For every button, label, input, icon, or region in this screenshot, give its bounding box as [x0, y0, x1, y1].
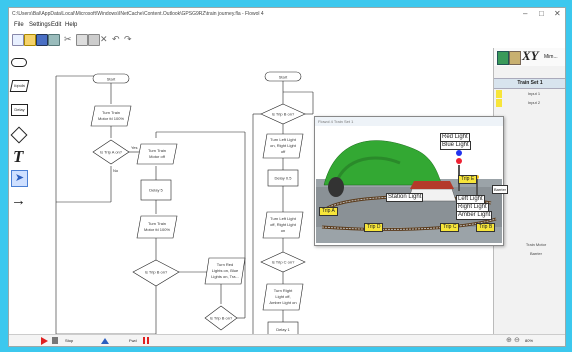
flow-left-node-5-line1: Turn Train: [148, 221, 166, 226]
close-button[interactable]: ✕: [554, 9, 561, 18]
zoom-in-icon[interactable]: ⊕: [506, 336, 512, 344]
menu-file[interactable]: File: [14, 22, 24, 28]
delay-shape-label: Delay: [14, 107, 25, 112]
input-2-label: Input 2: [527, 100, 541, 105]
app-window: C:\Users\Bal\AppData\Local\Microsoft\Win…: [8, 7, 566, 347]
toolbar: ✂ ✕ ↶ ↷: [9, 32, 489, 48]
flow-right-node-2-line2: on, Right Light: [270, 143, 297, 148]
flow-left-node-1-line2: Motor fd 100%: [98, 116, 124, 121]
flow-left-delay-label: Delay 5: [149, 188, 163, 193]
train-set-title: Train Set 1: [517, 80, 543, 86]
menu-bar: File Settings Edit Help: [9, 21, 565, 31]
trip-b-label: Trip B: [476, 223, 496, 232]
train-layout-graphic: [316, 140, 502, 243]
flow-right-delay-2-label: Delay 1: [276, 327, 290, 332]
train-set-header: Train Set 1: [494, 78, 565, 89]
start-end-shape-icon[interactable]: [11, 58, 27, 67]
output-barrier: Barrier: [529, 251, 542, 256]
flow-right-start-label: Start: [279, 75, 288, 80]
amber-light-label: Amber Light: [456, 211, 493, 220]
barrier-label: Barrier: [492, 185, 509, 194]
flow-right-delay-1-label: Delay 0.5: [275, 176, 293, 181]
flow-right-decision-1-label: Is Trip B on?: [272, 112, 295, 117]
input-shape-label: Inputs: [13, 83, 26, 88]
green-mimic-icon[interactable]: [497, 51, 509, 65]
decision-shape-icon[interactable]: [10, 126, 28, 144]
input-1-label: Input 1: [527, 91, 541, 96]
station-light-label: Station Light: [386, 193, 424, 202]
flow-left-node-3-line2: Motor off: [149, 154, 166, 159]
step-icon[interactable]: [101, 338, 109, 344]
trip-a-label: Trip A: [319, 207, 338, 216]
flow-no-label: No: [113, 168, 119, 173]
menu-help[interactable]: Help: [65, 22, 77, 28]
screenshot-frame: C:\Users\Bal\AppData\Local\Microsoft\Win…: [3, 3, 569, 349]
window-title: C:\Users\Bal\AppData\Local\Microsoft\Win…: [12, 11, 264, 17]
save-icon[interactable]: [36, 34, 48, 46]
minimize-button[interactable]: –: [523, 9, 527, 18]
delay-shape-icon[interactable]: Delay: [11, 104, 28, 116]
flow-left-node-5-line2: Motor fd 100%: [144, 227, 170, 232]
redo-icon[interactable]: ↷: [124, 34, 134, 44]
connector-tool-icon[interactable]: →: [11, 193, 26, 208]
paste-icon[interactable]: [88, 34, 100, 46]
output-train-motor: Train Motor: [525, 242, 547, 247]
trip-d-label: Trip D: [364, 223, 384, 232]
flow-right-node-4-line1: Turn Left Light: [270, 216, 297, 221]
flow-right-node-4-line2: off, Right Light: [270, 222, 297, 227]
delete-icon[interactable]: ✕: [100, 34, 110, 44]
flow-left-node-3-line1: Turn Train: [148, 148, 166, 153]
flow-right-node-4-line3: on: [281, 228, 285, 233]
menu-settings[interactable]: Settings: [29, 22, 51, 28]
flow-left-node-1-line1: Turn Train: [102, 110, 120, 115]
zoom-out-icon[interactable]: ⊖: [514, 336, 520, 344]
mimic-window-title: Flowol 4 Train Set 1: [318, 119, 354, 124]
flow-left-decision-3-label: Is Trip B on?: [210, 316, 233, 321]
fwd-label: Fwd: [129, 338, 137, 343]
undo-icon[interactable]: ↶: [112, 34, 122, 44]
input-shape-icon[interactable]: Inputs: [9, 80, 30, 92]
xy-button[interactable]: XY: [522, 48, 539, 64]
stop-icon[interactable]: [52, 337, 58, 344]
flow-yes-label: Yes: [131, 145, 138, 150]
zoom-level[interactable]: 80%: [525, 338, 533, 343]
copy-icon[interactable]: [76, 34, 88, 46]
run-button[interactable]: [41, 337, 48, 345]
mimic-toolbar: XY Mim...: [494, 48, 565, 66]
flow-left-node-7-line2: Lights on, Blue: [212, 268, 239, 273]
cut-icon[interactable]: ✂: [64, 34, 74, 44]
flow-right-node-2-line1: Turn Left Light: [270, 137, 297, 142]
flow-right-node-6-line1: Turn Right: [274, 288, 293, 293]
open-icon[interactable]: [24, 34, 36, 46]
maximize-button[interactable]: □: [539, 9, 544, 18]
mimic-window-titlebar[interactable]: Flowol 4 Train Set 1: [315, 117, 503, 126]
flow-left-decision-2-label: Is Trip B on?: [145, 270, 168, 275]
flow-left-decision-1-label: Is Trip A on?: [100, 150, 123, 155]
flow-left-node-7-line3: Lights on, Tra...: [211, 274, 239, 279]
shape-palette: Inputs Delay T ➤ →: [9, 52, 30, 222]
stop-label: Stop: [65, 338, 74, 343]
pointer-tool-icon[interactable]: ➤: [11, 170, 28, 187]
print-icon[interactable]: [48, 34, 60, 46]
flow-left-node-7-line1: Turn Red: [217, 262, 234, 267]
title-bar: C:\Users\Bal\AppData\Local\Microsoft\Win…: [9, 8, 565, 20]
flow-right-node-6-line2: Light off,: [275, 294, 290, 299]
flow-right-node-6-line3: Amber Light on: [269, 300, 296, 305]
train-set-scene: Red Light Blue Light Trip E Station Ligh…: [316, 127, 509, 243]
pause-icon[interactable]: [143, 337, 145, 344]
mimic-menu[interactable]: Mim...: [544, 54, 558, 60]
trip-e-label: Trip E: [458, 175, 478, 184]
status-bar: Stop Fwd ⊕ ⊖ 80%: [9, 334, 565, 346]
text-tool-icon[interactable]: T: [13, 147, 23, 167]
flow-right-decision-2-label: Is Trip C on?: [272, 260, 295, 265]
picture-mimic-icon[interactable]: [509, 51, 521, 65]
menu-edit[interactable]: Edit: [51, 22, 61, 28]
trip-c-label: Trip C: [440, 223, 460, 232]
flow-left-start-label: Start: [107, 77, 116, 82]
new-icon[interactable]: [12, 34, 24, 46]
mimic-window[interactable]: Flowol 4 Train Set 1 Red Light Blue Ligh…: [314, 116, 509, 246]
blue-light-label: Blue Light: [440, 141, 471, 150]
